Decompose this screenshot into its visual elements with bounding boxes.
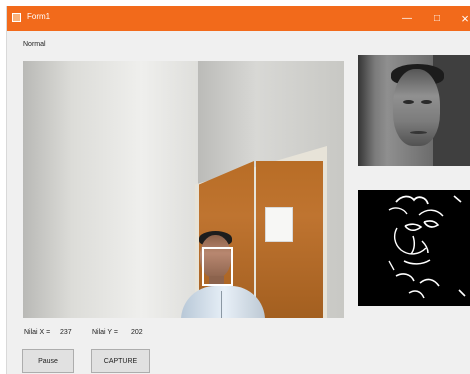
- x-value-label: Nilai X =: [24, 329, 51, 336]
- y-value-readout: 202: [131, 329, 143, 336]
- door-paper-sign: [265, 207, 293, 242]
- screenshot-canvas: Form1 — □ × Normal Nilai X = 237 Nilai Y…: [0, 0, 470, 374]
- pause-button[interactable]: Pause: [22, 349, 74, 373]
- edge-detection-lines: [388, 195, 466, 299]
- camera-feed: [23, 61, 344, 318]
- x-value-readout: 237: [60, 329, 72, 336]
- face-preview-mouth: [410, 131, 427, 134]
- face-preview-face: [393, 69, 440, 146]
- face-preview-image: [358, 55, 470, 166]
- face-detection-box: [202, 247, 233, 286]
- mode-label: Normal: [23, 41, 46, 48]
- edge-detection-image: [358, 190, 470, 306]
- minimize-button[interactable]: —: [390, 6, 424, 31]
- capture-button[interactable]: CAPTURE: [91, 349, 150, 373]
- close-button[interactable]: ×: [448, 6, 470, 31]
- shirt-placket: [221, 291, 222, 318]
- window-titlebar[interactable]: Form1 — □ ×: [7, 6, 470, 31]
- y-value-label: Nilai Y =: [92, 329, 119, 336]
- window-title: Form1: [27, 12, 51, 21]
- face-preview-right-eye: [421, 100, 432, 104]
- application-window: Form1 — □ × Normal Nilai X = 237 Nilai Y…: [6, 6, 470, 374]
- app-icon: [12, 13, 21, 22]
- face-preview-left-eye: [403, 100, 414, 104]
